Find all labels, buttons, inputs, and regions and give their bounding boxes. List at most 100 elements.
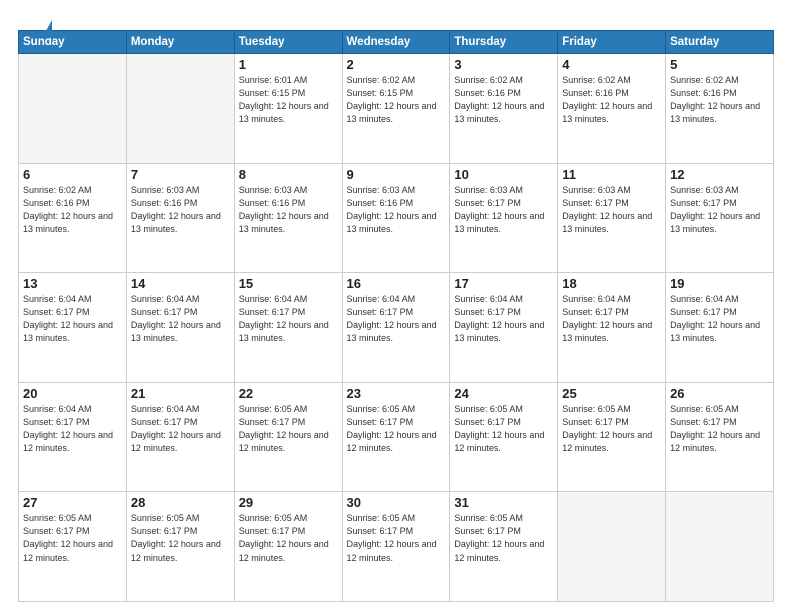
day-info: Sunrise: 6:01 AMSunset: 6:15 PMDaylight:…: [239, 74, 338, 126]
day-number: 24: [454, 386, 553, 401]
day-info: Sunrise: 6:05 AMSunset: 6:17 PMDaylight:…: [670, 403, 769, 455]
day-info: Sunrise: 6:05 AMSunset: 6:17 PMDaylight:…: [562, 403, 661, 455]
day-info: Sunrise: 6:04 AMSunset: 6:17 PMDaylight:…: [454, 293, 553, 345]
day-number: 28: [131, 495, 230, 510]
day-info: Sunrise: 6:04 AMSunset: 6:17 PMDaylight:…: [347, 293, 446, 345]
calendar-week-3: 13 Sunrise: 6:04 AMSunset: 6:17 PMDayligh…: [19, 273, 774, 383]
header: [18, 18, 774, 20]
day-info: Sunrise: 6:03 AMSunset: 6:16 PMDaylight:…: [347, 184, 446, 236]
calendar-header-sunday: Sunday: [19, 31, 127, 54]
calendar-header-wednesday: Wednesday: [342, 31, 450, 54]
day-number: 18: [562, 276, 661, 291]
calendar-week-4: 20 Sunrise: 6:04 AMSunset: 6:17 PMDayligh…: [19, 382, 774, 492]
day-number: 13: [23, 276, 122, 291]
calendar-cell: 30 Sunrise: 6:05 AMSunset: 6:17 PMDayligh…: [342, 492, 450, 602]
day-number: 6: [23, 167, 122, 182]
day-number: 8: [239, 167, 338, 182]
day-number: 25: [562, 386, 661, 401]
calendar-cell: 21 Sunrise: 6:04 AMSunset: 6:17 PMDayligh…: [126, 382, 234, 492]
day-number: 14: [131, 276, 230, 291]
day-info: Sunrise: 6:02 AMSunset: 6:15 PMDaylight:…: [347, 74, 446, 126]
calendar-cell: 27 Sunrise: 6:05 AMSunset: 6:17 PMDayligh…: [19, 492, 127, 602]
day-number: 9: [347, 167, 446, 182]
day-number: 17: [454, 276, 553, 291]
day-info: Sunrise: 6:03 AMSunset: 6:17 PMDaylight:…: [670, 184, 769, 236]
day-info: Sunrise: 6:04 AMSunset: 6:17 PMDaylight:…: [131, 403, 230, 455]
day-number: 2: [347, 57, 446, 72]
day-number: 19: [670, 276, 769, 291]
calendar-cell: 17 Sunrise: 6:04 AMSunset: 6:17 PMDayligh…: [450, 273, 558, 383]
calendar-cell: 23 Sunrise: 6:05 AMSunset: 6:17 PMDayligh…: [342, 382, 450, 492]
day-info: Sunrise: 6:03 AMSunset: 6:16 PMDaylight:…: [131, 184, 230, 236]
calendar-cell: 26 Sunrise: 6:05 AMSunset: 6:17 PMDayligh…: [666, 382, 774, 492]
day-number: 31: [454, 495, 553, 510]
day-number: 29: [239, 495, 338, 510]
day-info: Sunrise: 6:03 AMSunset: 6:17 PMDaylight:…: [454, 184, 553, 236]
calendar-cell: [19, 54, 127, 164]
day-number: 26: [670, 386, 769, 401]
day-info: Sunrise: 6:02 AMSunset: 6:16 PMDaylight:…: [670, 74, 769, 126]
calendar-week-1: 1 Sunrise: 6:01 AMSunset: 6:15 PMDaylight…: [19, 54, 774, 164]
calendar-cell: 3 Sunrise: 6:02 AMSunset: 6:16 PMDaylight…: [450, 54, 558, 164]
calendar-cell: 29 Sunrise: 6:05 AMSunset: 6:17 PMDayligh…: [234, 492, 342, 602]
calendar-cell: 12 Sunrise: 6:03 AMSunset: 6:17 PMDayligh…: [666, 163, 774, 273]
page: SundayMondayTuesdayWednesdayThursdayFrid…: [0, 0, 792, 612]
calendar-week-2: 6 Sunrise: 6:02 AMSunset: 6:16 PMDaylight…: [19, 163, 774, 273]
calendar-cell: 18 Sunrise: 6:04 AMSunset: 6:17 PMDayligh…: [558, 273, 666, 383]
calendar-cell: 9 Sunrise: 6:03 AMSunset: 6:16 PMDaylight…: [342, 163, 450, 273]
day-info: Sunrise: 6:05 AMSunset: 6:17 PMDaylight:…: [239, 512, 338, 564]
day-info: Sunrise: 6:04 AMSunset: 6:17 PMDaylight:…: [131, 293, 230, 345]
day-number: 30: [347, 495, 446, 510]
day-info: Sunrise: 6:02 AMSunset: 6:16 PMDaylight:…: [454, 74, 553, 126]
calendar-cell: 24 Sunrise: 6:05 AMSunset: 6:17 PMDayligh…: [450, 382, 558, 492]
day-info: Sunrise: 6:05 AMSunset: 6:17 PMDaylight:…: [454, 512, 553, 564]
day-number: 12: [670, 167, 769, 182]
day-info: Sunrise: 6:05 AMSunset: 6:17 PMDaylight:…: [347, 403, 446, 455]
calendar-cell: 15 Sunrise: 6:04 AMSunset: 6:17 PMDayligh…: [234, 273, 342, 383]
day-number: 10: [454, 167, 553, 182]
day-number: 1: [239, 57, 338, 72]
day-number: 23: [347, 386, 446, 401]
calendar-table: SundayMondayTuesdayWednesdayThursdayFrid…: [18, 30, 774, 602]
day-number: 11: [562, 167, 661, 182]
calendar-cell: [666, 492, 774, 602]
day-info: Sunrise: 6:02 AMSunset: 6:16 PMDaylight:…: [562, 74, 661, 126]
day-info: Sunrise: 6:05 AMSunset: 6:17 PMDaylight:…: [23, 512, 122, 564]
day-info: Sunrise: 6:04 AMSunset: 6:17 PMDaylight:…: [670, 293, 769, 345]
day-info: Sunrise: 6:02 AMSunset: 6:16 PMDaylight:…: [23, 184, 122, 236]
calendar-header-friday: Friday: [558, 31, 666, 54]
day-number: 16: [347, 276, 446, 291]
calendar-cell: 4Sunrise: 6:02 AMSunset: 6:16 PMDaylight…: [558, 54, 666, 164]
day-info: Sunrise: 6:05 AMSunset: 6:17 PMDaylight:…: [131, 512, 230, 564]
calendar-cell: 14 Sunrise: 6:04 AMSunset: 6:17 PMDayligh…: [126, 273, 234, 383]
day-number: 21: [131, 386, 230, 401]
calendar-week-5: 27 Sunrise: 6:05 AMSunset: 6:17 PMDayligh…: [19, 492, 774, 602]
calendar-cell: 2 Sunrise: 6:02 AMSunset: 6:15 PMDaylight…: [342, 54, 450, 164]
day-info: Sunrise: 6:05 AMSunset: 6:17 PMDaylight:…: [454, 403, 553, 455]
day-info: Sunrise: 6:05 AMSunset: 6:17 PMDaylight:…: [239, 403, 338, 455]
day-info: Sunrise: 6:04 AMSunset: 6:17 PMDaylight:…: [239, 293, 338, 345]
day-info: Sunrise: 6:03 AMSunset: 6:16 PMDaylight:…: [239, 184, 338, 236]
day-number: 15: [239, 276, 338, 291]
day-number: 3: [454, 57, 553, 72]
calendar-header-row: SundayMondayTuesdayWednesdayThursdayFrid…: [19, 31, 774, 54]
calendar-cell: [558, 492, 666, 602]
day-number: 27: [23, 495, 122, 510]
calendar-cell: 6 Sunrise: 6:02 AMSunset: 6:16 PMDaylight…: [19, 163, 127, 273]
day-number: 20: [23, 386, 122, 401]
calendar-cell: 22Sunrise: 6:05 AMSunset: 6:17 PMDayligh…: [234, 382, 342, 492]
calendar-cell: [126, 54, 234, 164]
calendar-cell: 10 Sunrise: 6:03 AMSunset: 6:17 PMDayligh…: [450, 163, 558, 273]
day-info: Sunrise: 6:03 AMSunset: 6:17 PMDaylight:…: [562, 184, 661, 236]
calendar-cell: 16 Sunrise: 6:04 AMSunset: 6:17 PMDayligh…: [342, 273, 450, 383]
calendar-header-saturday: Saturday: [666, 31, 774, 54]
calendar-cell: 1 Sunrise: 6:01 AMSunset: 6:15 PMDaylight…: [234, 54, 342, 164]
calendar-cell: 7 Sunrise: 6:03 AMSunset: 6:16 PMDaylight…: [126, 163, 234, 273]
day-info: Sunrise: 6:05 AMSunset: 6:17 PMDaylight:…: [347, 512, 446, 564]
calendar-header-thursday: Thursday: [450, 31, 558, 54]
day-info: Sunrise: 6:04 AMSunset: 6:17 PMDaylight:…: [562, 293, 661, 345]
calendar-header-monday: Monday: [126, 31, 234, 54]
calendar-cell: 25 Sunrise: 6:05 AMSunset: 6:17 PMDayligh…: [558, 382, 666, 492]
calendar-cell: 31 Sunrise: 6:05 AMSunset: 6:17 PMDayligh…: [450, 492, 558, 602]
day-number: 7: [131, 167, 230, 182]
